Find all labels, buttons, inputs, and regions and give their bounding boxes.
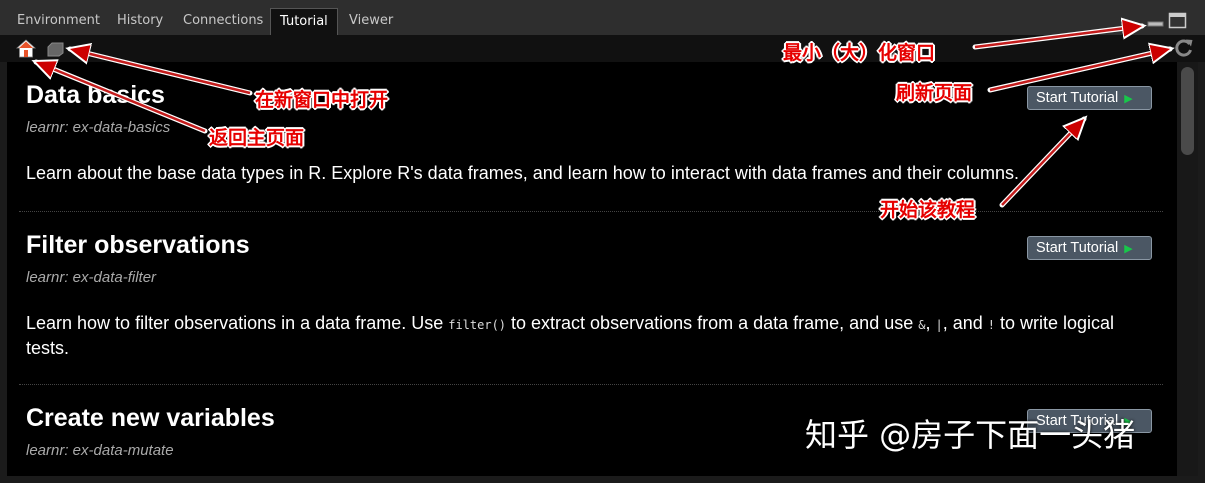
- arrow-back-home: [36, 62, 206, 133]
- annotation-start-tutorial: 开始该教程: [880, 199, 976, 221]
- arrow-refresh: [989, 49, 1170, 92]
- annotation-back-home: 返回主页面: [209, 127, 305, 149]
- annotation-min-max: 最小（大）化窗口: [783, 42, 936, 64]
- annotation-refresh: 刷新页面: [896, 82, 973, 104]
- watermark: 知乎 @房子下面一头猪: [805, 416, 1136, 454]
- arrow-min-max: [974, 26, 1142, 49]
- arrow-start-tutorial: [1001, 119, 1084, 206]
- annotation-open-new-window: 在新窗口中打开: [255, 89, 389, 111]
